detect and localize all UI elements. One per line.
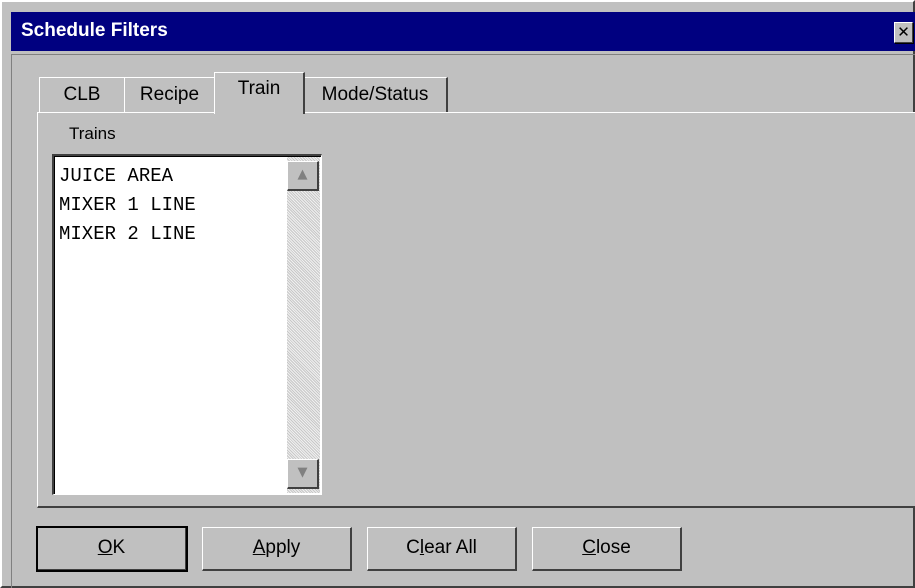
tab-clb[interactable]: CLB	[39, 77, 126, 114]
clear-all-label: ear All	[424, 537, 477, 558]
window-title: Schedule Filters	[21, 20, 168, 41]
close-button[interactable]: Close	[532, 527, 682, 571]
ok-label: K	[112, 537, 126, 558]
schedule-filters-dialog: Schedule Filters ✕ CLB Recipe Train Mode…	[0, 0, 915, 588]
trains-label: Trains	[69, 124, 116, 143]
clear-all-prefix: C	[406, 537, 420, 558]
trains-list: JUICE AREA MIXER 1 LINE MIXER 2 LINE	[59, 162, 196, 249]
apply-button[interactable]: Apply	[202, 527, 352, 571]
close-label: lose	[595, 537, 631, 558]
title-bar[interactable]: Schedule Filters ✕	[11, 12, 915, 51]
ok-accel: O	[97, 537, 113, 558]
list-item[interactable]: JUICE AREA	[59, 162, 196, 191]
apply-label: pply	[265, 537, 301, 558]
scroll-up-arrow-icon[interactable]: ▲	[287, 161, 319, 191]
scroll-down-arrow-icon[interactable]: ▼	[287, 459, 319, 489]
vertical-scrollbar[interactable]: ▲ ▼	[287, 157, 320, 493]
list-item[interactable]: MIXER 2 LINE	[59, 220, 196, 249]
close-accel: C	[582, 537, 596, 558]
tab-recipe[interactable]: Recipe	[124, 77, 216, 114]
close-icon[interactable]: ✕	[894, 22, 913, 43]
trains-listbox[interactable]: JUICE AREA MIXER 1 LINE MIXER 2 LINE ▲ ▼	[52, 154, 322, 495]
tab-train[interactable]: Train	[214, 72, 305, 116]
apply-accel: A	[252, 537, 266, 558]
ok-button[interactable]: OK	[36, 526, 188, 572]
tab-mode-status[interactable]: Mode/Status	[303, 77, 448, 114]
list-item[interactable]: MIXER 1 LINE	[59, 191, 196, 220]
clear-all-button[interactable]: Clear All	[367, 527, 517, 571]
